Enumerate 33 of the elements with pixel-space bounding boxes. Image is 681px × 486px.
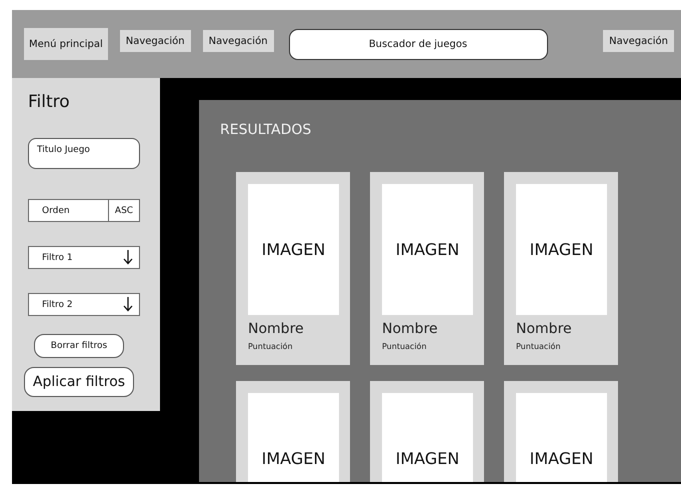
main-menu-button[interactable]: Menú principal bbox=[24, 28, 108, 60]
game-card[interactable]: IMAGEN Nombre Puntuación bbox=[370, 172, 484, 365]
game-card[interactable]: IMAGEN bbox=[504, 381, 618, 482]
apply-filters-button[interactable]: Aplicar filtros bbox=[24, 367, 134, 397]
results-title: RESULTADOS bbox=[220, 122, 312, 138]
game-card[interactable]: IMAGEN bbox=[370, 381, 484, 482]
clear-filters-button[interactable]: Borrar filtros bbox=[34, 334, 124, 358]
sort-field[interactable]: Orden ASC bbox=[28, 199, 140, 222]
filter-dropdown[interactable]: Filtro 1 bbox=[28, 246, 140, 269]
image-placeholder: IMAGEN bbox=[248, 184, 339, 315]
image-placeholder: IMAGEN bbox=[516, 393, 607, 482]
game-score: Puntuación bbox=[516, 342, 561, 351]
image-placeholder: IMAGEN bbox=[382, 393, 473, 482]
game-name: Nombre bbox=[248, 321, 304, 337]
game-card[interactable]: IMAGEN Nombre Puntuación bbox=[504, 172, 618, 365]
nav-button[interactable]: Navegación bbox=[603, 30, 674, 52]
game-score: Puntuación bbox=[248, 342, 293, 351]
game-name: Nombre bbox=[516, 321, 572, 337]
down-arrow-icon bbox=[123, 250, 133, 265]
image-placeholder: IMAGEN bbox=[248, 393, 339, 482]
game-card[interactable]: IMAGEN bbox=[236, 381, 350, 482]
game-score: Puntuación bbox=[382, 342, 427, 351]
panel-title: Filtro bbox=[28, 92, 70, 112]
image-placeholder: IMAGEN bbox=[382, 184, 473, 315]
nav-button[interactable]: Navegación bbox=[202, 30, 274, 52]
game-name: Nombre bbox=[382, 321, 438, 337]
filter-dropdown[interactable]: Filtro 2 bbox=[28, 293, 140, 316]
down-arrow-icon bbox=[123, 297, 133, 312]
search-field[interactable]: Buscador de juegos bbox=[288, 28, 548, 60]
game-card[interactable]: IMAGEN Nombre Puntuación bbox=[236, 172, 350, 365]
image-placeholder: IMAGEN bbox=[516, 184, 607, 315]
title-field[interactable]: Titulo Juego bbox=[28, 138, 140, 169]
nav-button[interactable]: Navegación bbox=[120, 30, 191, 52]
